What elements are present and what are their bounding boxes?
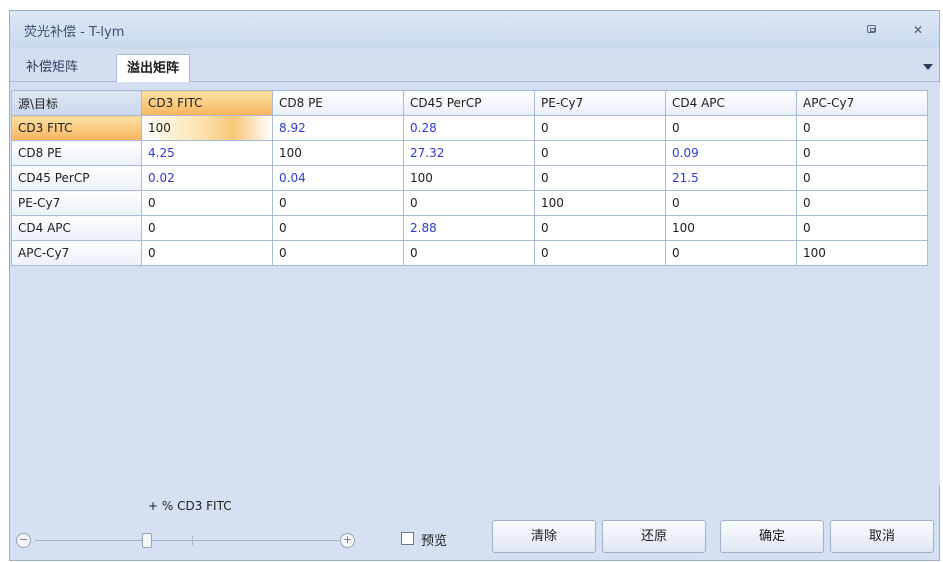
cancel-button[interactable]: 取消	[830, 520, 934, 553]
window-title: 荧光补偿 - T-lym	[24, 25, 125, 40]
matrix-cell[interactable]: 0	[534, 165, 666, 191]
tab-bar: 补偿矩阵 溢出矩阵	[10, 50, 939, 82]
plus-icon: +	[342, 533, 353, 546]
matrix-cell[interactable]: 100	[534, 190, 666, 216]
matrix-cell[interactable]: 0	[796, 215, 928, 241]
matrix-cell[interactable]: 0	[534, 240, 666, 266]
matrix-cell[interactable]: 0	[272, 215, 404, 241]
tab-spillover-matrix[interactable]: 溢出矩阵	[116, 54, 191, 82]
row-header[interactable]: CD3 FITC	[11, 115, 142, 141]
close-icon: ✕	[912, 23, 924, 37]
matrix-cell[interactable]: 100	[141, 115, 273, 141]
slider-decrease-button[interactable]: −	[16, 533, 31, 548]
table-row: CD8 PE 4.25 100 27.32 0 0.09 0	[11, 140, 928, 166]
row-header[interactable]: APC-Cy7	[11, 240, 142, 266]
matrix-cell[interactable]: 100	[272, 140, 404, 166]
matrix-cell[interactable]: 0	[272, 240, 404, 266]
table-row: APC-Cy7 0 0 0 0 0 100	[11, 240, 928, 266]
row-header[interactable]: CD8 PE	[11, 140, 142, 166]
matrix-cell[interactable]: 0	[403, 190, 535, 216]
matrix-cell[interactable]: 100	[665, 215, 797, 241]
tab-compensation-matrix[interactable]: 补偿矩阵	[16, 54, 88, 81]
column-header[interactable]: CD8 PE	[272, 90, 404, 116]
tab-dropdown-icon[interactable]	[923, 64, 933, 70]
matrix-cell[interactable]: 0	[141, 190, 273, 216]
matrix-cell[interactable]: 0	[796, 165, 928, 191]
matrix-cell[interactable]: 0	[534, 215, 666, 241]
row-header[interactable]: CD45 PerCP	[11, 165, 142, 191]
slider-thumb[interactable]	[142, 533, 152, 548]
column-header[interactable]: CD45 PerCP	[403, 90, 535, 116]
column-header[interactable]: CD3 FITC	[141, 90, 273, 116]
matrix-cell[interactable]: 0	[272, 190, 404, 216]
slider-center-tick	[192, 536, 193, 545]
close-button[interactable]: ✕	[911, 23, 925, 37]
matrix-cell[interactable]: 0.09	[665, 140, 797, 166]
column-header[interactable]: APC-Cy7	[796, 90, 928, 116]
matrix-cell[interactable]: 100	[403, 165, 535, 191]
spillover-matrix-grid: 源\目标 CD3 FITC CD8 PE CD45 PerCP PE-Cy7 CD4 AP…	[11, 90, 928, 266]
matrix-cell[interactable]: 0	[665, 115, 797, 141]
restore-values-button[interactable]: 还原	[602, 520, 706, 553]
row-header[interactable]: PE-Cy7	[11, 190, 142, 216]
matrix-cell[interactable]: 4.25	[141, 140, 273, 166]
clear-button[interactable]: 清除	[492, 520, 596, 553]
column-header[interactable]: PE-Cy7	[534, 90, 666, 116]
matrix-cell[interactable]: 0	[665, 190, 797, 216]
preview-checkbox[interactable]	[401, 532, 414, 545]
matrix-cell[interactable]: 0	[796, 140, 928, 166]
minus-icon: −	[18, 533, 29, 546]
matrix-cell[interactable]: 0	[665, 240, 797, 266]
table-row: CD4 APC 0 0 2.88 0 100 0	[11, 215, 928, 241]
matrix-cell[interactable]: 0.04	[272, 165, 404, 191]
table-row: CD3 FITC 100 8.92 0.28 0 0 0	[11, 115, 928, 141]
matrix-cell[interactable]: 2.88	[403, 215, 535, 241]
matrix-cell[interactable]: 0	[141, 240, 273, 266]
matrix-cell[interactable]: 0	[141, 215, 273, 241]
bottom-bar: + % CD3 FITC − + 预览 清除 还原 确定 取消	[10, 486, 939, 562]
matrix-cell[interactable]: 0	[796, 115, 928, 141]
matrix-area: 源\目标 CD3 FITC CD8 PE CD45 PerCP PE-Cy7 CD4 AP…	[11, 82, 940, 486]
matrix-cell[interactable]: 21.5	[665, 165, 797, 191]
table-row: CD45 PerCP 0.02 0.04 100 0 21.5 0	[11, 165, 928, 191]
matrix-cell[interactable]: 0	[534, 140, 666, 166]
matrix-cell[interactable]: 8.92	[272, 115, 404, 141]
matrix-cell[interactable]: 0	[534, 115, 666, 141]
table-row: PE-Cy7 0 0 0 100 0 0	[11, 190, 928, 216]
row-header[interactable]: CD4 APC	[11, 215, 142, 241]
matrix-cell[interactable]: 0	[796, 190, 928, 216]
matrix-cell[interactable]: 0.28	[403, 115, 535, 141]
restore-button[interactable]	[865, 23, 879, 37]
grid-corner-header: 源\目标	[11, 90, 142, 116]
slider-increase-button[interactable]: +	[340, 533, 355, 548]
slider-track[interactable]	[35, 540, 339, 541]
matrix-cell[interactable]: 0	[403, 240, 535, 266]
compensation-window: 荧光补偿 - T-lym ✕ 补偿矩阵 溢出矩阵 源\目标 CD3 FITC CD8…	[9, 10, 940, 561]
column-header[interactable]: CD4 APC	[665, 90, 797, 116]
ok-button[interactable]: 确定	[720, 520, 824, 553]
slider-label: + % CD3 FITC	[148, 499, 232, 513]
matrix-cell[interactable]: 100	[796, 240, 928, 266]
matrix-cell[interactable]: 27.32	[403, 140, 535, 166]
grid-header-row: 源\目标 CD3 FITC CD8 PE CD45 PerCP PE-Cy7 CD4 AP…	[11, 90, 928, 116]
matrix-cell[interactable]: 0.02	[141, 165, 273, 191]
preview-label: 预览	[421, 534, 448, 549]
title-bar: 荧光补偿 - T-lym ✕	[10, 11, 939, 49]
restore-icon	[867, 25, 876, 33]
